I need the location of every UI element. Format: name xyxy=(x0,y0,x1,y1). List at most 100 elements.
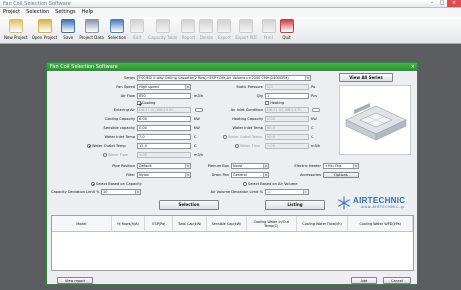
toolbar-quit-button[interactable]: Quit xyxy=(278,17,296,44)
air-inlet-toggle[interactable] xyxy=(312,108,320,112)
water-flow-cooling-radio[interactable]: Water Flow xyxy=(103,153,128,157)
heating-capacity-input[interactable]: 0.00 xyxy=(265,116,309,122)
menu-help[interactable]: Help xyxy=(82,8,93,17)
column-header[interactable]: fk Rows(h/A) xyxy=(112,216,146,231)
drain-pan-select[interactable]: General ▾ xyxy=(231,172,269,178)
water-outlet-heating-input[interactable]: 50.0 xyxy=(265,134,309,140)
new-project-icon xyxy=(8,19,23,33)
air-volume-deviation-value: 10 xyxy=(267,190,272,194)
snowflake-logo-icon xyxy=(338,196,350,210)
toolbar-new-project-button[interactable]: New Project xyxy=(2,17,30,44)
chevron-down-icon: ▾ xyxy=(263,173,268,177)
water-flow-cooling-unit: m3/h xyxy=(194,153,204,157)
heating-checkbox[interactable]: Heating xyxy=(265,101,284,105)
close-icon[interactable]: × xyxy=(447,0,461,7)
dialog-title: Fan Coil Selection Software xyxy=(50,64,118,70)
radio-icon xyxy=(243,182,247,186)
menu-settings[interactable]: Settings xyxy=(55,8,76,17)
electric-heater-select[interactable]: +Ht=Out ▾ xyxy=(323,163,359,169)
qty-label: Qty xyxy=(256,94,263,98)
pipe-position-select[interactable]: Default ▾ xyxy=(137,163,191,169)
water-inlet-heating-input[interactable]: 60.0 xyxy=(265,125,309,131)
column-header[interactable]: Cooling Water In/Out Temp(C) xyxy=(247,216,297,231)
add-button[interactable]: Add xyxy=(351,277,377,284)
toolbar-edit-button[interactable]: Edit xyxy=(128,17,146,44)
select-by-capacity-label: Select Based on Capacity xyxy=(96,182,142,186)
water-flow-heating-radio[interactable]: Water Flow xyxy=(235,144,260,148)
cooling-capacity-input[interactable]: 6.00 xyxy=(137,116,191,122)
accessories-label: Accessories xyxy=(299,173,321,177)
static-pressure-input[interactable]: 0.0 xyxy=(265,84,309,90)
filter-select[interactable]: Nylon ▾ xyxy=(137,172,191,178)
water-flow-heating-input[interactable]: 1.05 xyxy=(265,143,309,149)
water-outlet-heating-radio[interactable]: Water Outlet Temp xyxy=(223,135,262,139)
water-outlet-cooling-label: Water Outlet Temp xyxy=(92,144,126,148)
column-header[interactable]: Cooling Water WPD(kPa) xyxy=(348,216,413,231)
sensible-capacity-input[interactable]: 0.00 xyxy=(137,125,191,131)
cancel-button[interactable]: Cancel xyxy=(383,277,411,284)
toolbar-export-pdf-button[interactable]: Export PDF xyxy=(233,17,259,44)
water-outlet-cooling-radio[interactable]: Water Outlet Temp xyxy=(87,144,126,148)
column-header[interactable]: Cooling Water Flow(l/h) xyxy=(297,216,349,231)
water-inlet-cooling-input[interactable]: 7.0 xyxy=(137,134,191,140)
cooling-checkbox[interactable]: Cooling xyxy=(137,101,155,105)
window-controls: – □ × xyxy=(427,0,461,7)
toolbar-capacity-table-button[interactable]: Capacity Table xyxy=(146,17,179,44)
results-table[interactable]: Model fk Rows(h/A) ESP(Pa) Total Cap(kW) Sen… xyxy=(51,215,414,271)
air-volume-deviation-select[interactable]: 10 ▾ xyxy=(265,189,309,195)
series-select[interactable]: FSC/M2 2-way Ceiling Cassette(2 Row)+ESP… xyxy=(137,75,311,81)
column-header[interactable]: Total Cap(kW) xyxy=(173,216,208,231)
entering-air-input[interactable]: DB:27.0C,WB:19.5C xyxy=(137,107,191,113)
water-inlet-cooling-unit: C xyxy=(194,135,197,139)
dialog-close-icon[interactable]: × xyxy=(411,63,415,71)
view-report-button[interactable]: View report xyxy=(57,277,93,284)
air-inlet-input[interactable]: DB:21.0C,WB:14.7C xyxy=(265,107,309,113)
entering-air-toggle[interactable] xyxy=(195,108,203,112)
fan-speed-select[interactable]: High speed ▾ xyxy=(137,84,191,90)
toolbar-label: Save xyxy=(63,35,74,40)
minimize-icon[interactable]: – xyxy=(427,0,437,7)
series-value: FSC/M2 2-way Ceiling Cassette(2 Row)+ESP… xyxy=(139,76,289,80)
toolbar-save-button[interactable]: Save xyxy=(59,17,77,44)
menu-selection[interactable]: Selection xyxy=(26,8,49,17)
toolbar-delete-button[interactable]: Delete xyxy=(197,17,215,44)
heating-label: Heating xyxy=(270,101,285,105)
qty-input[interactable]: 1 xyxy=(265,93,309,99)
plenum-box-value: None xyxy=(233,164,243,168)
select-by-air-volume-radio[interactable]: Select Based on Air Volume xyxy=(243,182,297,186)
edit-icon xyxy=(130,19,145,33)
column-header[interactable]: ESP(Pa) xyxy=(145,216,174,231)
plenum-box-select[interactable]: None ▾ xyxy=(231,163,269,169)
toolbar-print-button[interactable]: Print xyxy=(260,17,278,44)
filter-value: Nylon xyxy=(139,173,150,177)
toolbar-project-data-button[interactable]: Project Data xyxy=(77,17,106,44)
open-folder-icon xyxy=(37,19,52,33)
menu-project[interactable]: Project xyxy=(3,8,20,17)
report-icon xyxy=(181,19,196,33)
column-header[interactable]: Sensible Cap(kW) xyxy=(207,216,247,231)
accessories-button[interactable]: Options xyxy=(323,172,359,178)
selection-button[interactable]: Selection xyxy=(159,200,219,210)
water-inlet-heating-label: Water Inlet Temp xyxy=(232,126,263,130)
water-outlet-heating-unit: C xyxy=(311,135,314,139)
water-flow-cooling-input[interactable]: 1.05 xyxy=(137,152,191,158)
pipe-position-value: Default xyxy=(139,164,152,168)
listing-button[interactable]: Listing xyxy=(265,200,325,210)
heating-capacity-unit: KW xyxy=(311,117,317,121)
chevron-down-icon: ▾ xyxy=(185,164,190,168)
airflow-input[interactable]: 850 xyxy=(137,93,191,99)
capacity-table-icon xyxy=(155,19,170,33)
toolbar-report-button[interactable]: Report xyxy=(179,17,197,44)
water-outlet-cooling-unit: C xyxy=(194,144,197,148)
water-outlet-cooling-input[interactable]: 12.0 xyxy=(137,143,191,149)
view-all-series-button[interactable]: View All Series xyxy=(339,73,393,82)
radio-selected-icon xyxy=(87,144,91,148)
select-by-capacity-radio[interactable]: Select Based on Capacity xyxy=(91,182,142,186)
maximize-icon[interactable]: □ xyxy=(437,0,447,7)
capacity-deviation-select[interactable]: 10 ▾ xyxy=(101,189,141,195)
toolbar-export-button[interactable]: Export xyxy=(215,17,233,44)
toolbar-label: Delete xyxy=(199,35,213,40)
toolbar-selection-button[interactable]: Selection xyxy=(106,17,128,44)
toolbar-open-project-button[interactable]: Open Project xyxy=(30,17,60,44)
column-header[interactable]: Model xyxy=(52,216,112,231)
